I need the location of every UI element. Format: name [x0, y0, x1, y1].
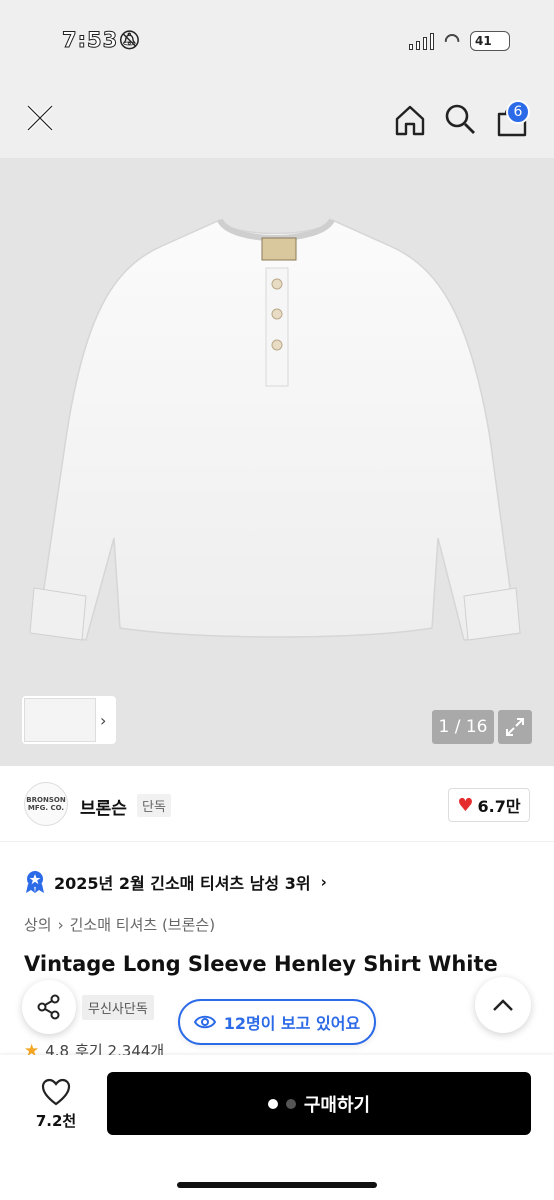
ranking-text: 2025년 2월 긴소매 티셔츠 남성 3위 [54, 874, 311, 893]
breadcrumb-item[interactable]: 긴소매 티셔츠 (브론슨) [70, 914, 215, 935]
close-icon[interactable] [22, 100, 58, 136]
battery-indicator: 41 [470, 30, 510, 51]
top-nav [0, 82, 554, 158]
chevron-up-icon [493, 999, 513, 1011]
bottom-action-bar: 7.2천 구매하기 [0, 1055, 554, 1200]
chevron-right-icon[interactable]: › [100, 711, 106, 730]
chevron-right-icon: › [320, 873, 327, 891]
image-page-counter: 1 / 16 [432, 710, 494, 744]
home-indicator[interactable] [177, 1182, 377, 1188]
signal-icon [409, 32, 435, 50]
expand-icon[interactable] [498, 710, 532, 744]
product-title: Vintage Long Sleeve Henley Shirt White [24, 952, 498, 976]
loading-indicator [267, 1098, 296, 1109]
search-icon[interactable] [443, 102, 477, 136]
thumbnail-strip[interactable]: › [22, 696, 116, 744]
breadcrumb-item[interactable]: 상의 [24, 914, 52, 935]
chevron-right-icon: › [57, 915, 64, 934]
heart-icon [41, 1078, 71, 1105]
exclusive-tag: 무신사단독 [82, 994, 154, 1020]
ranking-link[interactable]: 2025년 2월 긴소매 티셔츠 남성 3위 › [24, 868, 327, 896]
viewers-indicator: 12명이 보고 있어요 [178, 999, 376, 1045]
brand-row: BRONSON MFG. CO. 브론슨 단독 ♥ 6.7만 [0, 778, 554, 842]
home-icon[interactable] [392, 102, 428, 138]
eye-icon [193, 1015, 216, 1029]
brand-logo[interactable]: BRONSON MFG. CO. [24, 782, 68, 826]
wishlist-button[interactable]: 7.2천 [20, 1073, 92, 1135]
brand-exclusive-tag: 단독 [137, 794, 171, 817]
share-icon [37, 994, 60, 1020]
mute-icon: 🔕︎ [118, 30, 142, 52]
buy-button-label: 구매하기 [303, 1094, 371, 1116]
status-bar: 7:53 🔕︎ ◠ 41 [0, 0, 554, 82]
heart-icon: ♥ [457, 794, 474, 816]
buy-button[interactable]: 구매하기 [107, 1072, 531, 1135]
share-button[interactable] [22, 980, 76, 1034]
wishlist-count: 7.2천 [35, 1111, 77, 1130]
brand-name[interactable]: 브론슨 [80, 794, 127, 819]
scroll-top-button[interactable] [475, 977, 531, 1033]
brand-like-count: 6.7만 [477, 797, 521, 816]
ranking-badge-icon [26, 871, 44, 893]
brand-like-button[interactable]: ♥ 6.7만 [448, 788, 530, 822]
viewers-text: 12명이 보고 있어요 [223, 1014, 361, 1033]
status-indicators: ◠ 41 [409, 30, 510, 51]
thumbnail-image[interactable] [24, 698, 96, 742]
wifi-icon: ◠ [444, 30, 461, 52]
breadcrumb: 상의 › 긴소매 티셔츠 (브론슨) [24, 914, 215, 935]
product-image-gallery[interactable]: › 1 / 16 [0, 158, 554, 766]
status-time: 7:53 [61, 28, 119, 53]
cart-count-badge: 6 [506, 100, 530, 124]
product-image [29, 218, 521, 641]
